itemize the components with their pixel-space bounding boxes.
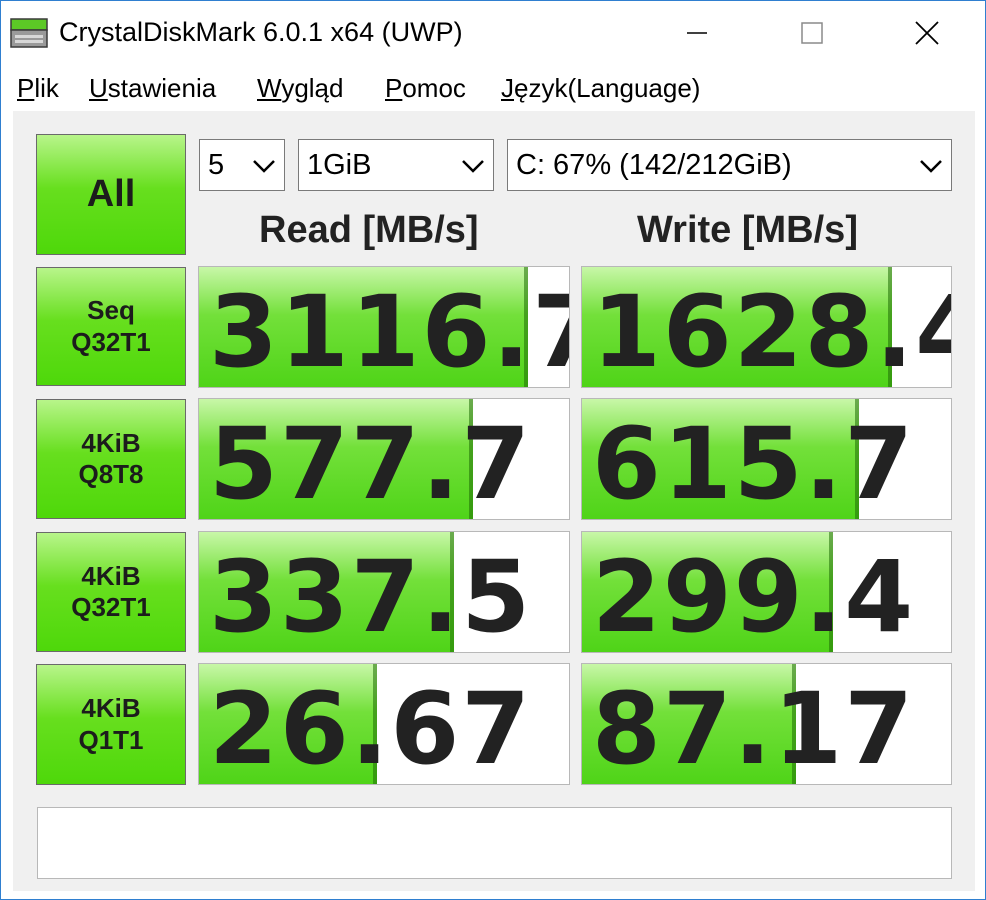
drive-value: C: 67% (142/212GiB) xyxy=(516,148,792,181)
test-button-4k-q1t1[interactable]: 4KiB Q1T1 xyxy=(36,664,186,785)
test-button-seq-q32t1[interactable]: Seq Q32T1 xyxy=(36,267,186,386)
close-button[interactable] xyxy=(869,1,984,65)
close-icon xyxy=(914,21,939,45)
test-count-value: 5 xyxy=(208,148,225,181)
test-count-select[interactable]: 5 xyxy=(199,139,285,191)
drive-select[interactable]: C: 67% (142/212GiB) xyxy=(507,139,952,191)
window-title: CrystalDiskMark 6.0.1 x64 (UWP) xyxy=(59,17,463,47)
minimize-icon xyxy=(686,32,707,34)
write-result-cell: 1628.4 xyxy=(581,266,952,388)
app-window: CrystalDiskMark 6.0.1 x64 (UWP) Plik Ust… xyxy=(0,0,986,900)
read-result-value: 3116.7 xyxy=(209,275,570,388)
write-result-value: 615.7 xyxy=(592,407,916,520)
write-result-value: 87.17 xyxy=(592,672,916,785)
title-bar[interactable]: CrystalDiskMark 6.0.1 x64 (UWP) xyxy=(1,1,985,65)
test-button-4k-q32t1[interactable]: 4KiB Q32T1 xyxy=(36,532,186,652)
test-size-select[interactable]: 1GiB xyxy=(298,139,494,191)
maximize-button[interactable] xyxy=(754,1,869,65)
chevron-down-icon xyxy=(920,160,942,173)
write-result-cell: 87.17 xyxy=(581,663,952,785)
menu-language[interactable]: Język(Language) xyxy=(501,73,700,104)
read-result-cell: 26.67 xyxy=(198,663,570,785)
write-header: Write [MB/s] xyxy=(637,209,858,251)
disk-icon xyxy=(9,15,49,51)
read-result-value: 337.5 xyxy=(209,540,533,653)
run-all-button[interactable]: All xyxy=(36,134,186,255)
chevron-down-icon xyxy=(253,160,275,173)
test-button-4k-q8t8[interactable]: 4KiB Q8T8 xyxy=(36,399,186,519)
maximize-icon xyxy=(800,22,823,44)
menu-bar: Plik Ustawienia Wygląd Pomoc Język(Langu… xyxy=(1,67,985,111)
write-result-cell: 299.4 xyxy=(581,531,952,653)
menu-help[interactable]: Pomoc xyxy=(385,73,466,104)
read-result-value: 577.7 xyxy=(209,407,533,520)
chevron-down-icon xyxy=(462,160,484,173)
menu-view[interactable]: Wygląd xyxy=(257,73,343,104)
write-result-value: 299.4 xyxy=(592,540,916,653)
read-header: Read [MB/s] xyxy=(259,209,479,251)
read-result-cell: 3116.7 xyxy=(198,266,570,388)
test-size-value: 1GiB xyxy=(307,148,372,181)
comment-input[interactable] xyxy=(37,807,952,879)
write-result-value: 1628.4 xyxy=(592,275,952,388)
read-result-cell: 337.5 xyxy=(198,531,570,653)
write-result-cell: 615.7 xyxy=(581,398,952,520)
read-result-value: 26.67 xyxy=(209,672,533,785)
minimize-button[interactable] xyxy=(639,1,754,65)
menu-settings[interactable]: Ustawienia xyxy=(89,73,216,104)
read-result-cell: 577.7 xyxy=(198,398,570,520)
menu-file[interactable]: Plik xyxy=(17,73,59,104)
